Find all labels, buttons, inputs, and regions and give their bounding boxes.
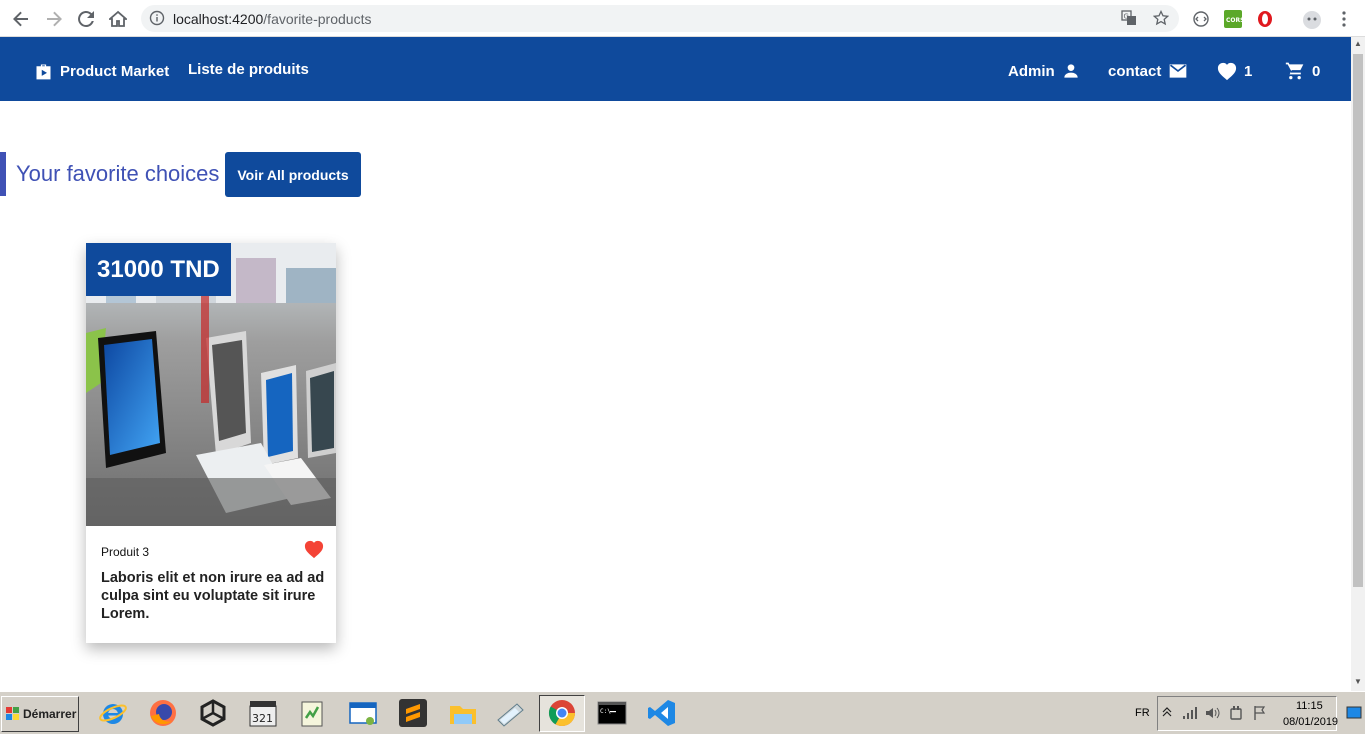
info-icon[interactable] — [149, 10, 165, 31]
favorites-link[interactable]: 1 — [1216, 61, 1252, 81]
mail-icon — [1170, 64, 1187, 78]
edit-app-icon[interactable] — [494, 697, 526, 729]
tray-expand-icon[interactable] — [1162, 705, 1172, 724]
forward-button[interactable] — [43, 8, 65, 30]
svg-text:C:\: C:\ — [600, 708, 611, 715]
heart-icon — [1217, 62, 1237, 81]
window-app-icon[interactable] — [347, 697, 379, 729]
brand-link[interactable]: Product Market — [33, 61, 169, 82]
cart-count: 0 — [1312, 62, 1321, 80]
ie-icon[interactable] — [97, 697, 129, 729]
sublime-icon[interactable] — [397, 697, 429, 729]
home-icon — [109, 10, 127, 27]
cmd-icon[interactable]: C:\ — [596, 697, 628, 729]
start-label: Démarrer — [23, 707, 77, 721]
product-name: Produit 3 — [101, 545, 150, 559]
cors-extension-icon[interactable]: CORS — [1224, 10, 1244, 33]
notepad-plus-icon[interactable] — [297, 697, 329, 729]
cart-link[interactable]: 0 — [1284, 61, 1320, 81]
opera-icon[interactable] — [1256, 10, 1274, 33]
network-signal-icon[interactable] — [1182, 706, 1198, 725]
page-title: Your favorite choices — [16, 161, 220, 186]
products-list-link[interactable]: Liste de produits — [188, 61, 309, 78]
reload-button[interactable] — [75, 8, 97, 30]
file-explorer-icon[interactable] — [447, 697, 479, 729]
translate-icon[interactable]: G — [1121, 10, 1137, 31]
chrome-icon[interactable] — [546, 697, 578, 729]
profile-avatar-icon[interactable] — [1302, 10, 1322, 35]
extension-icon[interactable] — [1192, 10, 1210, 33]
navbar: Product Market Liste de produits Admin c… — [0, 37, 1351, 101]
browser-menu-icon[interactable] — [1338, 10, 1350, 33]
url-host: localhost:4200 — [173, 11, 264, 27]
power-icon[interactable] — [1228, 705, 1244, 726]
vertical-scrollbar[interactable]: ▲ ▼ — [1351, 37, 1365, 691]
taskbar: Démarrer 321 C:\ FR 11:15 08/01/2019 — [0, 691, 1365, 734]
vscode-icon[interactable] — [646, 697, 678, 729]
bookmark-star-icon[interactable] — [1152, 9, 1170, 31]
brand-label: Product Market — [60, 63, 170, 80]
product-description: Laboris elit et non irure ea ad ad culpa… — [101, 570, 325, 622]
language-indicator[interactable]: FR — [1135, 707, 1150, 719]
heading-accent-bar — [0, 152, 6, 196]
reload-icon — [78, 10, 94, 27]
svg-text:321: 321 — [252, 712, 273, 725]
url-text: localhost:4200/favorite-products — [173, 11, 371, 27]
windows-logo-icon — [6, 707, 19, 720]
contact-link[interactable]: contact — [1108, 61, 1189, 81]
volume-icon[interactable] — [1204, 705, 1220, 726]
show-desktop-icon[interactable] — [1346, 706, 1362, 725]
scroll-up-icon[interactable]: ▲ — [1353, 39, 1363, 51]
contact-label: contact — [1108, 62, 1162, 80]
back-arrow-icon — [13, 11, 28, 27]
product-image[interactable]: 31000 TND — [86, 243, 336, 526]
admin-label: Admin — [1008, 62, 1055, 80]
favorites-count: 1 — [1244, 62, 1253, 80]
shopping-bag-icon — [36, 64, 51, 80]
product-card[interactable]: 31000 TND Produit 3 Laboris elit et non … — [86, 243, 336, 643]
back-button[interactable] — [10, 8, 32, 30]
address-bar[interactable]: localhost:4200/favorite-products G — [141, 5, 1179, 32]
browser-toolbar: localhost:4200/favorite-products G CORS — [0, 0, 1365, 37]
favorite-heart-icon[interactable] — [303, 539, 325, 564]
firefox-icon[interactable] — [147, 697, 179, 729]
scrollbar-thumb[interactable] — [1353, 54, 1363, 587]
view-all-products-button[interactable]: Voir All products — [225, 152, 361, 197]
clock-time[interactable]: 11:15 — [1296, 700, 1323, 712]
mpc-icon[interactable]: 321 — [247, 697, 279, 729]
url-path: /favorite-products — [263, 11, 372, 27]
home-button[interactable] — [107, 8, 129, 30]
person-icon — [1064, 64, 1078, 78]
start-button[interactable]: Démarrer — [1, 696, 79, 732]
clock-date[interactable]: 08/01/2019 — [1283, 716, 1338, 728]
admin-link[interactable]: Admin — [1008, 61, 1081, 81]
price-badge: 31000 TND — [86, 243, 231, 296]
svg-text:CORS: CORS — [1226, 17, 1242, 24]
forward-arrow-icon — [47, 11, 62, 27]
action-center-flag-icon[interactable] — [1252, 705, 1268, 726]
page-viewport: Product Market Liste de produits Admin c… — [0, 37, 1351, 691]
products-list-label: Liste de produits — [188, 61, 309, 78]
unity-icon[interactable] — [197, 697, 229, 729]
scroll-down-icon[interactable]: ▼ — [1353, 677, 1363, 689]
svg-text:G: G — [1124, 13, 1129, 21]
cart-icon — [1285, 62, 1304, 80]
